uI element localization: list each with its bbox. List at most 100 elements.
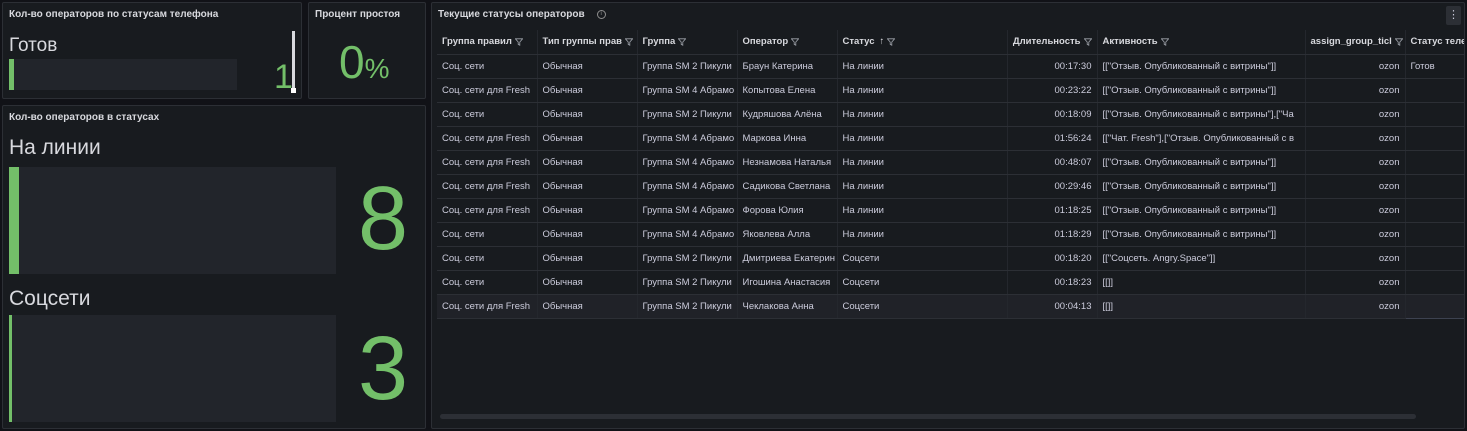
- table-row[interactable]: Соц. сети для Fresh Обычная Группа SM 4 Аб…: [437, 174, 1464, 199]
- column-header[interactable]: Статус теле: [1405, 30, 1464, 55]
- table-cell: Группа SM 4 Абрамо: [637, 222, 738, 247]
- column-header[interactable]: Статус ↑: [837, 30, 1008, 55]
- table-cell: Обычная: [537, 174, 638, 199]
- table-cell: Копытова Елена: [737, 78, 838, 103]
- table-cell: Форова Юлия: [737, 198, 838, 223]
- table-cell: Соц. сети для Fresh: [437, 150, 538, 175]
- stat-bar-fill: [9, 167, 19, 274]
- table-cell: [1405, 126, 1464, 151]
- table-cell: [1405, 102, 1464, 127]
- filter-icon[interactable]: [514, 38, 523, 46]
- column-header[interactable]: Группа: [637, 30, 738, 55]
- table-cell: 00:29:46: [1007, 174, 1098, 199]
- table-row[interactable]: Соц. сети для Fresh Обычная Группа SM 4 Аб…: [437, 126, 1464, 151]
- table-cell: ozon: [1305, 222, 1406, 247]
- table-cell: Чеклакова Анна: [737, 294, 838, 319]
- table-cell: 01:18:29: [1007, 222, 1098, 247]
- sort-arrow-icon[interactable]: ↑: [880, 36, 885, 47]
- panel-title: Кол-во операторов по статусам телефона: [9, 9, 219, 20]
- column-header[interactable]: Тип группы прав: [537, 30, 638, 55]
- filter-icon[interactable]: [1083, 38, 1092, 46]
- table-cell: На линии: [837, 54, 1008, 79]
- table-cell: 00:23:22: [1007, 78, 1098, 103]
- table-cell: Обычная: [537, 198, 638, 223]
- table-cell: На линии: [837, 198, 1008, 223]
- table-row[interactable]: Соц. сети для Fresh Обычная Группа SM 4 Аб…: [437, 78, 1464, 103]
- table-cell: Соц. сети: [437, 54, 538, 79]
- table-cell: 00:48:07: [1007, 150, 1098, 175]
- column-header[interactable]: Длительность: [1007, 30, 1098, 55]
- filter-icon[interactable]: [624, 38, 633, 46]
- panel-idle-percent: Процент простоя 0%: [308, 2, 426, 99]
- table-cell: Группа SM 2 Пикули: [637, 246, 738, 271]
- table-cell: [1405, 78, 1464, 103]
- table-row[interactable]: Соц. сети Обычная Группа SM 2 Пикули Дмитри…: [437, 246, 1464, 271]
- table-cell: На линии: [837, 78, 1008, 103]
- table-row[interactable]: Соц. сети Обычная Группа SM 2 Пикули Браун …: [437, 54, 1464, 79]
- table-cell: [["Отзыв. Опубликованный с витрины"]]: [1097, 222, 1306, 247]
- table-row[interactable]: Соц. сети для Fresh Обычная Группа SM 4 Аб…: [437, 150, 1464, 175]
- table-cell: [["Отзыв. Опубликованный с витрины"]]: [1097, 78, 1306, 103]
- column-header-label: assign_group_ticl: [1310, 36, 1392, 48]
- table-cell: [1405, 222, 1464, 247]
- table-cell: Группа SM 2 Пикули: [637, 270, 738, 295]
- table-cell: Группа SM 2 Пикули: [637, 102, 738, 127]
- filter-icon[interactable]: [887, 38, 896, 46]
- table-cell: Соц. сети для Fresh: [437, 126, 538, 151]
- table-cell: [["Отзыв. Опубликованный с витрины"]]: [1097, 150, 1306, 175]
- filter-icon[interactable]: [1394, 38, 1403, 46]
- filter-icon[interactable]: [678, 38, 687, 46]
- table-cell: Кудряшова Алёна: [737, 102, 838, 127]
- info-icon[interactable]: i: [596, 9, 606, 19]
- idle-percent-value: 0%: [339, 39, 390, 85]
- column-header[interactable]: Оператор: [737, 30, 838, 55]
- column-header[interactable]: assign_group_ticl: [1305, 30, 1406, 55]
- stat-value-social: 3: [358, 319, 409, 419]
- table-cell: Обычная: [537, 246, 638, 271]
- table-row[interactable]: Соц. сети для Fresh Обычная Группа SM 4 Аб…: [437, 198, 1464, 223]
- table-header-row: Группа правил Тип группы прав Группа Операт…: [437, 30, 1464, 55]
- column-header-label: Статус: [842, 36, 875, 48]
- table-cell: ozon: [1305, 54, 1406, 79]
- table-cell: ozon: [1305, 294, 1406, 319]
- column-header-label: Тип группы прав: [542, 36, 622, 48]
- column-header[interactable]: Активность: [1097, 30, 1306, 55]
- table-cell: [1405, 270, 1464, 295]
- panel-title-text: Текущие статусы операторов: [438, 9, 585, 20]
- table-cell: [["Чат. Fresh"],["Отзыв. Опубликованный …: [1097, 126, 1306, 151]
- table-cell: Соц. сети для Fresh: [437, 198, 538, 223]
- table-cell: 00:04:13: [1007, 294, 1098, 319]
- column-header-label: Группа: [642, 36, 676, 48]
- table-cell: Соцсети: [837, 294, 1008, 319]
- horizontal-scrollbar[interactable]: [440, 414, 1416, 419]
- table-cell: Соц. сети: [437, 270, 538, 295]
- table-cell: Обычная: [537, 294, 638, 319]
- table-cell: Группа SM 2 Пикули: [637, 294, 738, 319]
- table-row[interactable]: Соц. сети для Fresh Обычная Группа SM 2 Пи…: [437, 293, 1464, 319]
- table-cell: Группа SM 2 Пикули: [637, 54, 738, 79]
- filter-icon[interactable]: [1160, 38, 1169, 46]
- table-cell: ozon: [1305, 150, 1406, 175]
- table-cell: ozon: [1305, 78, 1406, 103]
- stat-bar-ready: [9, 59, 237, 90]
- column-header-label: Группа правил: [442, 36, 512, 48]
- table-cell: [["Отзыв. Опубликованный с витрины"],["Ч…: [1097, 102, 1306, 127]
- table-cell: Соц. сети: [437, 222, 538, 247]
- table-row[interactable]: Соц. сети Обычная Группа SM 2 Пикули Игошин…: [437, 270, 1464, 295]
- stat-value-online: 8: [358, 169, 409, 269]
- column-header[interactable]: Группа правил: [437, 30, 538, 55]
- operators-table: Группа правил Тип группы прав Группа Операт…: [437, 30, 1464, 319]
- table-cell: 01:56:24: [1007, 126, 1098, 151]
- filter-icon[interactable]: [791, 38, 800, 46]
- stat-label-online: На линии: [9, 136, 101, 159]
- panel-operator-table: Текущие статусы операторов i ⋮ Группа пра…: [431, 2, 1465, 429]
- table-cell: Обычная: [537, 102, 638, 127]
- stat-label-social: Соцсети: [9, 287, 91, 310]
- table-row[interactable]: Соц. сети Обычная Группа SM 2 Пикули Кудряш…: [437, 102, 1464, 127]
- table-cell: 00:18:20: [1007, 246, 1098, 271]
- table-cell: ozon: [1305, 246, 1406, 271]
- panel-phone-statuses: Кол-во операторов по статусам телефона Г…: [2, 2, 302, 99]
- stat-bar-fill: [9, 59, 14, 90]
- table-row[interactable]: Соц. сети Обычная Группа SM 4 Абрамо Яковле…: [437, 222, 1464, 247]
- panel-menu-button[interactable]: ⋮: [1446, 6, 1461, 25]
